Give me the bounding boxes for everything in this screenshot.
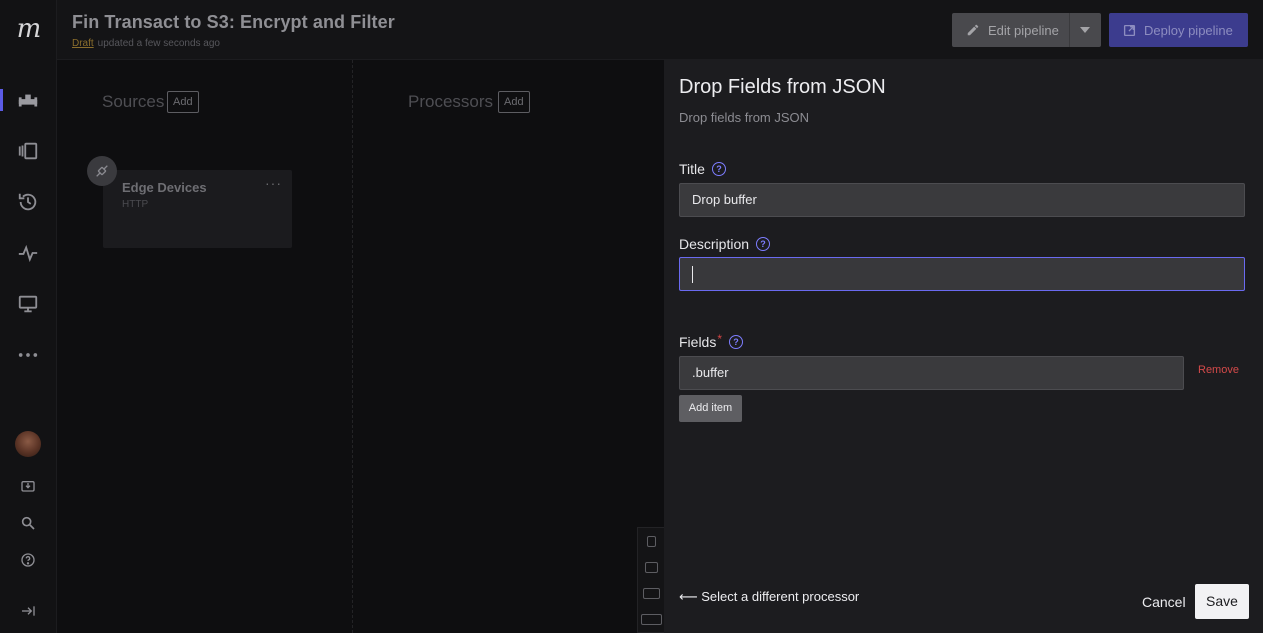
edit-pipeline-button[interactable]: Edit pipeline [952,13,1101,47]
view-size-s-icon[interactable] [645,562,658,573]
history-icon[interactable] [16,190,40,214]
avatar[interactable] [15,431,41,457]
node-menu-icon[interactable]: ··· [265,175,282,191]
download-icon[interactable] [16,475,40,499]
search-icon[interactable] [16,511,40,535]
pipeline-status: Draft updated a few seconds ago [72,38,220,49]
updated-text: updated a few seconds ago [97,38,220,49]
app: m Fin Transact to S3: Encrypt and Filter… [0,0,1263,633]
pipeline-title: Fin Transact to S3: Encrypt and Filter [72,12,395,32]
fields-label-text: Fields [679,334,717,350]
add-item-button[interactable]: Add item [679,395,742,422]
draft-badge[interactable]: Draft [72,38,94,49]
required-marker: * [717,332,723,346]
pipeline-canvas: Sources Add Processors Add Edge Devices … [57,60,664,633]
processors-label: Processors [408,92,494,111]
external-link-icon [1123,24,1136,36]
title-label-text: Title [679,161,705,177]
panel-subtitle: Drop fields from JSON [679,110,810,125]
select-different-processor-link[interactable]: ⟵ Select a different processor [679,589,859,605]
save-button[interactable]: Save [1195,584,1249,619]
sources-label: Sources [102,92,165,111]
panel-title: Drop Fields from JSON [679,76,886,98]
button-separator [1069,13,1070,47]
library-icon[interactable] [16,139,40,163]
cancel-button[interactable]: Cancel [1142,594,1186,610]
help-icon[interactable]: ? [756,237,771,251]
source-node[interactable]: Edge Devices HTTP ··· [103,170,292,248]
view-size-l-icon[interactable] [641,614,662,625]
text-caret [692,266,693,283]
collapse-icon[interactable] [16,599,40,623]
description-field-label: Description ? [679,236,771,252]
remove-field-button[interactable]: Remove [1198,364,1239,376]
description-label-text: Description [679,236,750,252]
pipelines-icon[interactable] [16,89,40,113]
description-input[interactable] [679,257,1245,291]
deploy-pipeline-label: Deploy pipeline [1144,22,1233,38]
chevron-down-icon[interactable] [1080,27,1090,33]
nav-rail: m [0,0,57,633]
help-icon[interactable]: ? [711,162,726,176]
field-item-input[interactable]: .buffer [679,356,1184,390]
app-logo[interactable]: m [14,14,44,44]
monitor-icon[interactable] [16,292,40,316]
pencil-icon [967,24,979,36]
title-input[interactable]: Drop buffer [679,183,1245,217]
help-icon[interactable] [16,548,40,572]
more-icon[interactable] [16,343,40,367]
help-icon[interactable]: ? [729,335,744,349]
top-header: Fin Transact to S3: Encrypt and Filter D… [57,0,1263,60]
view-size-xs-icon[interactable] [647,536,656,547]
processor-config-panel: Drop Fields from JSON Drop fields from J… [664,60,1263,633]
node-title: Edge Devices [122,180,207,195]
node-subtitle: HTTP [122,199,149,210]
view-size-m-icon[interactable] [643,588,660,599]
active-indicator [0,89,3,111]
fields-field-label: Fields * ? [679,332,744,350]
add-processor-button[interactable]: Add [498,91,530,113]
view-size-controls [637,527,664,633]
column-divider [352,60,353,633]
deploy-pipeline-button[interactable]: Deploy pipeline [1109,13,1248,47]
plug-icon [87,156,117,186]
edit-pipeline-label: Edit pipeline [988,22,1059,38]
title-field-label: Title ? [679,161,726,177]
activity-icon[interactable] [16,241,40,265]
add-source-button[interactable]: Add [167,91,199,113]
